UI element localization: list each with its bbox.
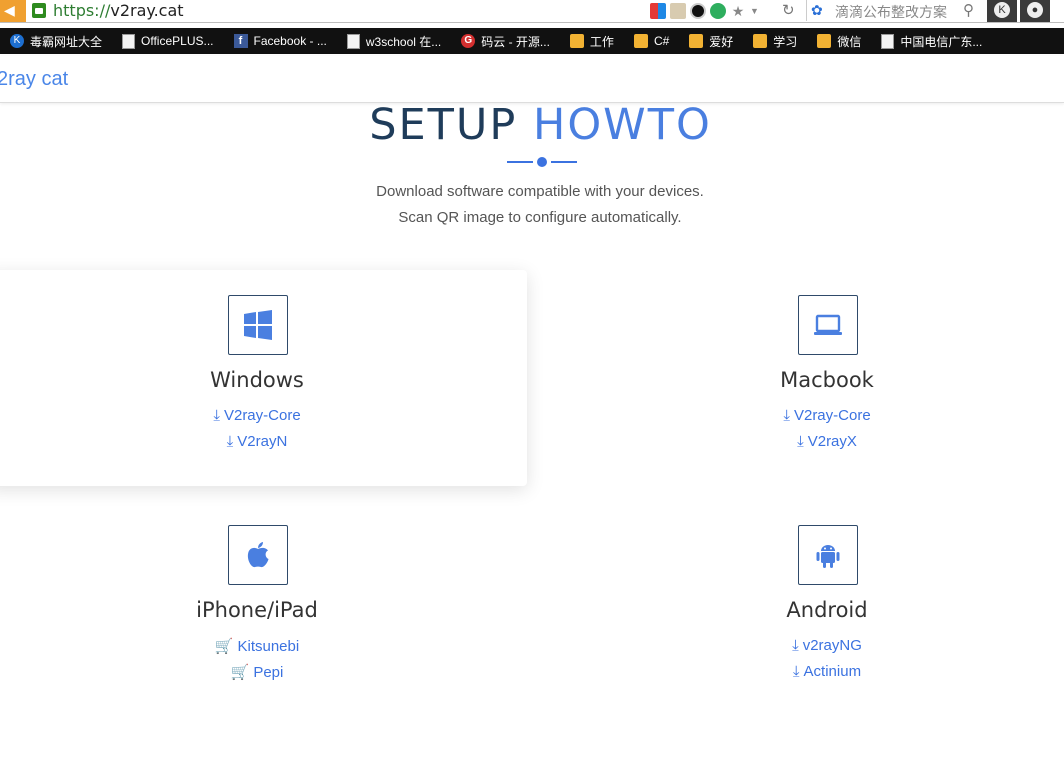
bookmark-label: 微信	[837, 34, 862, 49]
bookmark-label: 毒霸网址大全	[30, 34, 103, 49]
section-title: SETUP HOWTO	[0, 100, 1064, 150]
download-link[interactable]: ⤓ v2rayNG	[557, 637, 1064, 654]
bookmarks-bar: K 毒霸网址大全 OfficePLUS... f Facebook - ... w3sch…	[0, 28, 1064, 54]
address-bar-icons: ★ ▼	[650, 2, 759, 20]
bookmark-item[interactable]: 工作	[569, 33, 614, 50]
green-extension-icon[interactable]	[710, 3, 726, 19]
windows-icon-box	[228, 295, 288, 355]
bookmark-item[interactable]: C#	[633, 34, 670, 48]
title-highlight: HOWTO	[533, 100, 712, 150]
bookmark-label: Facebook - ...	[253, 34, 327, 48]
extension-icon[interactable]	[650, 3, 666, 19]
bookmark-item[interactable]: 学习	[753, 33, 797, 50]
android-icon-box	[798, 525, 858, 585]
bookmark-item[interactable]: G 码云 - 开源...	[461, 33, 550, 50]
folder-icon	[753, 34, 768, 48]
android-icon	[816, 545, 840, 568]
search-box[interactable]: ✿ 滴滴公布整改方案 ⚲	[806, 0, 983, 21]
search-icon[interactable]: ⚲	[963, 1, 974, 19]
download-link[interactable]: ⤓ V2rayN	[0, 433, 527, 450]
platform-title: iPhone/iPad	[196, 598, 318, 622]
download-link[interactable]: ⤓ V2rayX	[557, 433, 1064, 450]
site-header: 2ray cat	[0, 56, 1064, 103]
folder-icon	[569, 34, 584, 48]
platform-title: Windows	[210, 368, 304, 392]
bookmark-item[interactable]: 微信	[817, 33, 861, 50]
apple-icon-box	[228, 525, 288, 585]
address-bar: ◀ https://v2ray.cat ★ ▼ ↻ ✿ 滴滴公布整改方案 ⚲ K…	[0, 0, 1064, 23]
bookmark-label: w3school 在...	[365, 34, 442, 49]
facebook-icon: f	[233, 34, 248, 48]
download-link[interactable]: ⤓ V2ray-Core	[557, 407, 1064, 424]
bookmark-item[interactable]: 爱好	[689, 33, 733, 50]
platform-title: Macbook	[780, 368, 874, 392]
bookmark-label: 中国电信广东...	[900, 34, 983, 49]
laptop-icon-box	[798, 295, 858, 355]
baidu-icon: ✿	[811, 2, 823, 18]
bookmark-label: C#	[653, 34, 670, 48]
back-arrow-icon: ◀	[4, 2, 15, 18]
platform-card-iphone: iPhone/iPad 🛒 Kitsunebi 🛒 Pepi	[0, 500, 527, 716]
title-main: SETUP	[369, 100, 518, 150]
download-icon: ⤓	[226, 433, 234, 450]
star-icon[interactable]: ★	[730, 3, 746, 19]
url-field[interactable]: https://v2ray.cat	[53, 1, 184, 20]
bookmark-label: 工作	[589, 34, 614, 49]
url-host: v2ray.cat	[110, 1, 184, 20]
platform-title: Android	[786, 598, 868, 622]
lock-icon	[32, 3, 46, 18]
record-icon[interactable]	[690, 3, 706, 19]
bookmark-item[interactable]: f Facebook - ...	[233, 34, 327, 48]
url-protocol: https://	[53, 1, 111, 20]
apple-icon	[247, 542, 269, 568]
bookmark-item[interactable]: 中国电信广东...	[881, 33, 982, 50]
bookmark-label: 爱好	[709, 34, 734, 49]
padlock-icon: ●	[1027, 2, 1043, 18]
bookmark-item[interactable]: K 毒霸网址大全	[10, 33, 102, 50]
bookmark-item[interactable]: OfficePLUS...	[122, 33, 214, 49]
section-desc-line2: Scan QR image to configure automatically…	[398, 209, 682, 226]
download-link[interactable]: ⤓ Actinium	[557, 663, 1064, 680]
folder-icon	[689, 34, 704, 48]
k-icon: K	[10, 34, 24, 48]
platform-card-windows: Windows ⤓ V2ray-Core ⤓ V2rayN	[0, 270, 527, 486]
download-icon: ⤓	[213, 407, 220, 424]
page-icon	[881, 33, 895, 49]
refresh-icon[interactable]: ↻	[782, 1, 795, 19]
store-link[interactable]: 🛒 Kitsunebi	[0, 637, 527, 655]
windows-icon	[244, 310, 272, 340]
bookmark-item[interactable]: w3school 在...	[346, 33, 442, 50]
laptop-icon	[814, 314, 842, 335]
translate-icon[interactable]	[670, 3, 686, 19]
download-icon: ⤓	[783, 407, 790, 424]
bookmark-label: 码云 - 开源...	[481, 34, 550, 49]
page-icon	[122, 33, 136, 49]
back-button[interactable]: ◀	[0, 0, 26, 22]
title-divider	[507, 156, 577, 168]
bookmark-label: OfficePLUS...	[141, 34, 214, 48]
chevron-down-icon[interactable]: ▼	[750, 6, 759, 16]
download-icon: ⤓	[797, 433, 804, 450]
lock-extension[interactable]: ●	[1020, 0, 1050, 22]
k-icon: K	[994, 2, 1010, 18]
brand-link[interactable]: 2ray cat	[0, 68, 68, 91]
bookmark-label: 学习	[773, 34, 798, 49]
download-link[interactable]: ⤓ V2ray-Core	[0, 407, 527, 424]
store-link[interactable]: 🛒 Pepi	[0, 663, 527, 681]
search-placeholder: 滴滴公布整改方案	[835, 4, 947, 20]
section-desc-line1: Download software compatible with your d…	[376, 183, 704, 200]
cart-icon: 🛒	[214, 638, 234, 655]
platform-card-android: Android ⤓ v2rayNG ⤓ Actinium	[557, 500, 1064, 716]
account-extension[interactable]: K	[987, 0, 1017, 22]
download-icon: ⤓	[792, 663, 800, 680]
cart-icon: 🛒	[230, 664, 250, 681]
platform-card-macbook: Macbook ⤓ V2ray-Core ⤓ V2rayX	[557, 270, 1064, 486]
gitee-icon: G	[461, 34, 476, 48]
download-icon: ⤓	[792, 637, 799, 654]
page-icon	[346, 33, 360, 49]
folder-icon	[633, 34, 648, 48]
folder-icon	[817, 34, 832, 48]
